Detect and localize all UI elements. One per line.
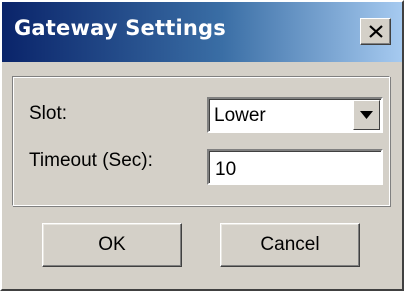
timeout-input[interactable]	[207, 149, 383, 185]
close-button[interactable]	[360, 18, 391, 45]
slot-selected-value: Lower	[214, 105, 266, 126]
cancel-button[interactable]: Cancel	[220, 223, 360, 267]
ok-button[interactable]: OK	[42, 223, 182, 267]
dialog-title: Gateway Settings	[14, 16, 226, 40]
settings-group	[12, 76, 390, 206]
slot-label: Slot:	[29, 103, 68, 124]
title-bar[interactable]: Gateway Settings	[2, 2, 402, 62]
slot-select[interactable]: Lower	[207, 97, 383, 133]
timeout-label: Timeout (Sec):	[29, 150, 153, 171]
close-x-icon	[369, 25, 383, 38]
slot-dropdown-button[interactable]	[353, 100, 380, 130]
chevron-down-icon	[360, 111, 373, 119]
gateway-settings-dialog: Gateway Settings Slot: Lower Timeout (Se…	[0, 0, 404, 291]
